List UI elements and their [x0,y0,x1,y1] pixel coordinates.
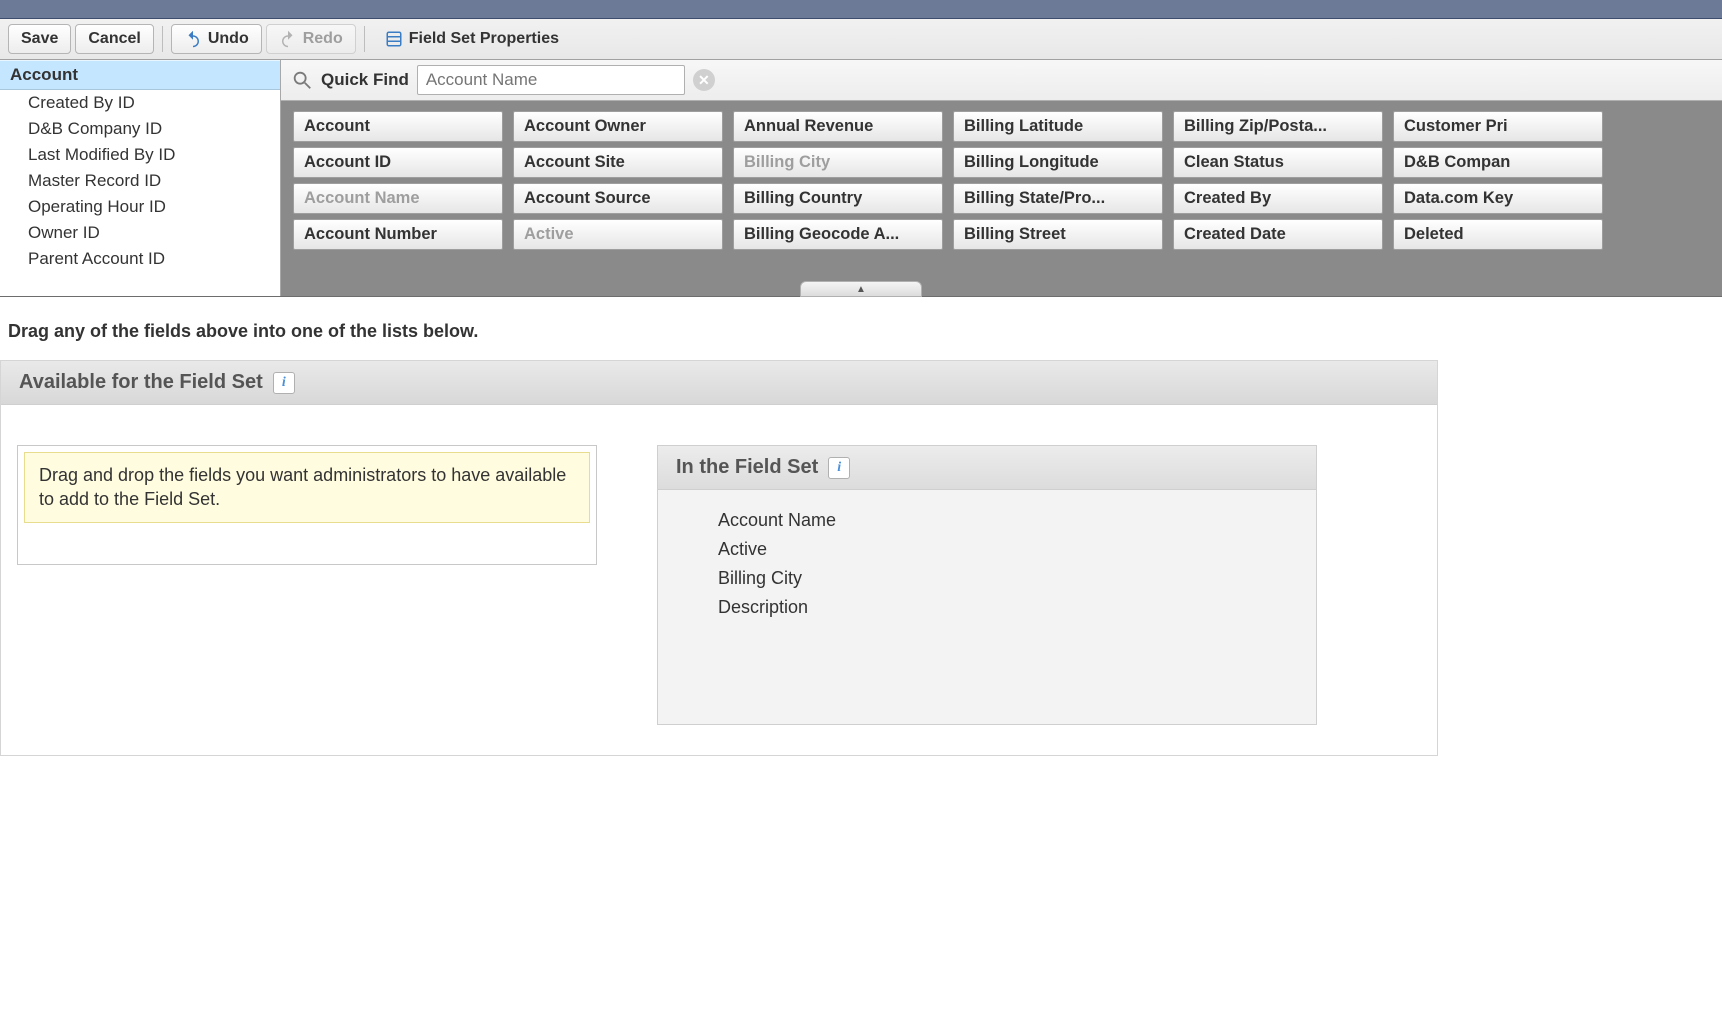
in-fieldset-title: In the Field Set [676,456,818,479]
undo-button[interactable]: Undo [171,24,262,54]
field-pill[interactable]: Billing Geocode A... [733,219,943,250]
clear-search-icon[interactable]: ✕ [693,69,715,91]
quick-find-bar: Quick Find ✕ [281,60,1722,101]
toolbar-separator [364,26,365,52]
field-pill[interactable]: Billing State/Pro... [953,183,1163,214]
collapse-handle[interactable]: ▲ [800,281,922,297]
field-pill: Account Name [293,183,503,214]
window-titlebar [0,0,1722,19]
object-tree-header[interactable]: Account [0,60,280,90]
redo-button[interactable]: Redo [266,24,356,54]
properties-icon [385,30,403,48]
available-panel-body: Drag and drop the fields you want admini… [1,405,1437,755]
save-button[interactable]: Save [8,24,71,54]
field-pill[interactable]: Account Site [513,147,723,178]
field-pill[interactable]: Billing Longitude [953,147,1163,178]
chevron-up-icon: ▲ [856,284,866,295]
field-pill[interactable]: Created Date [1173,219,1383,250]
quick-find-label: Quick Find [321,70,409,90]
available-panel: Available for the Field Set i Drag and d… [0,360,1438,756]
field-pill[interactable]: Data.com Key [1393,183,1603,214]
field-pill[interactable]: Created By [1173,183,1383,214]
field-pill[interactable]: Account Number [293,219,503,250]
available-hint: Drag and drop the fields you want admini… [24,452,590,523]
object-tree-item[interactable]: D&B Company ID [0,116,280,142]
palette-right: Quick Find ✕ Account Account ID Account Na… [281,60,1722,296]
fieldset-item[interactable]: Billing City [718,564,1316,593]
field-set-properties-button[interactable]: Field Set Properties [373,25,571,53]
field-pill[interactable]: Account ID [293,147,503,178]
field-pill[interactable]: Annual Revenue [733,111,943,142]
undo-icon [184,30,202,48]
drag-instruction: Drag any of the fields above into one of… [0,297,1722,360]
toolbar-separator [162,26,163,52]
search-icon [291,69,313,91]
field-pill[interactable]: D&B Compan [1393,147,1603,178]
available-panel-header: Available for the Field Set i [1,361,1437,405]
palette: Account Created By ID D&B Company ID Las… [0,60,1722,297]
field-pill[interactable]: Customer Pri [1393,111,1603,142]
toolbar: Save Cancel Undo Redo Field Set Properti… [0,19,1722,60]
in-fieldset-drop-zone[interactable]: Account NameActiveBilling CityDescriptio… [658,490,1316,622]
field-pill[interactable]: Account Source [513,183,723,214]
field-pill[interactable]: Billing Street [953,219,1163,250]
object-tree-item[interactable]: Last Modified By ID [0,142,280,168]
object-tree-item[interactable]: Parent Account ID [0,246,280,272]
cancel-button[interactable]: Cancel [75,24,153,54]
field-set-properties-label: Field Set Properties [409,30,559,48]
object-tree-item[interactable]: Master Record ID [0,168,280,194]
fieldset-item[interactable]: Active [718,535,1316,564]
redo-label: Redo [303,30,343,48]
field-grid: Account Account ID Account Name Account Num… [281,101,1722,296]
undo-label: Undo [208,30,249,48]
info-icon[interactable]: i [828,457,850,479]
available-drop-zone[interactable]: Drag and drop the fields you want admini… [17,445,597,565]
in-fieldset-panel: In the Field Set i Account NameActiveBil… [657,445,1317,725]
info-icon[interactable]: i [273,372,295,394]
field-pill[interactable]: Deleted [1393,219,1603,250]
object-tree-item[interactable]: Operating Hour ID [0,194,280,220]
field-pill[interactable]: Billing Latitude [953,111,1163,142]
field-pill: Billing City [733,147,943,178]
in-fieldset-header: In the Field Set i [658,446,1316,490]
object-tree: Account Created By ID D&B Company ID Las… [0,60,281,296]
field-pill[interactable]: Billing Zip/Posta... [1173,111,1383,142]
fieldset-item[interactable]: Account Name [718,506,1316,535]
object-tree-item[interactable]: Owner ID [0,220,280,246]
fieldset-item[interactable]: Description [718,593,1316,622]
field-pill[interactable]: Billing Country [733,183,943,214]
field-pill[interactable]: Account [293,111,503,142]
available-panel-title: Available for the Field Set [19,371,263,394]
field-pill[interactable]: Clean Status [1173,147,1383,178]
quick-find-input[interactable] [417,65,685,95]
object-tree-item[interactable]: Created By ID [0,90,280,116]
field-pill[interactable]: Account Owner [513,111,723,142]
redo-icon [279,30,297,48]
field-pill: Active [513,219,723,250]
